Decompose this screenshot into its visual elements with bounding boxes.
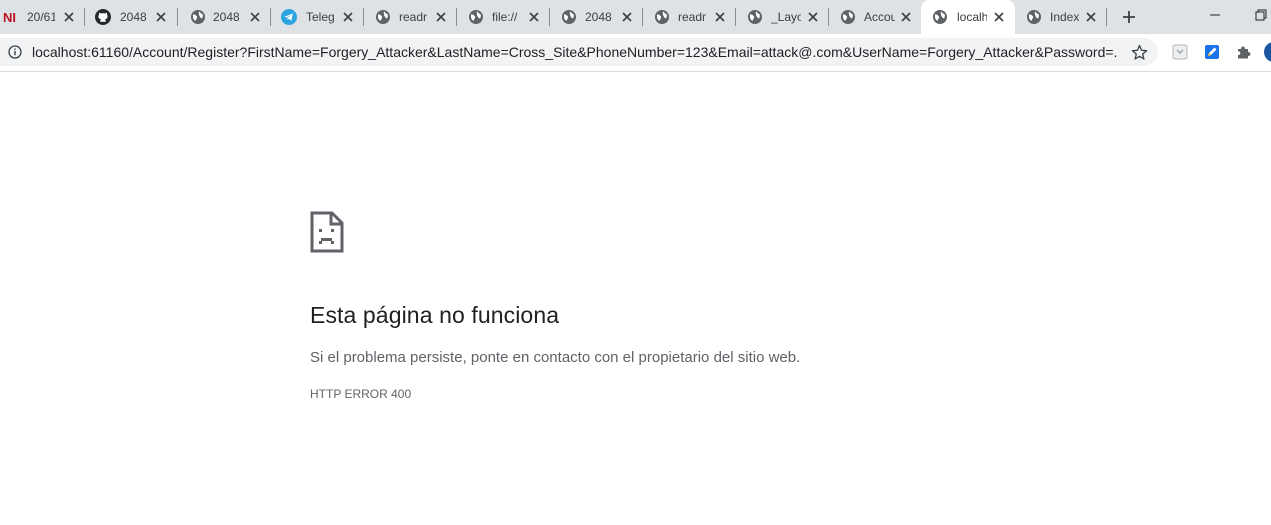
tab-10-active[interactable]: localh: [921, 0, 1015, 34]
new-tab-icon[interactable]: [1121, 9, 1137, 25]
info-icon[interactable]: [8, 45, 22, 59]
close-icon[interactable]: [528, 11, 540, 23]
tab-title: 2048: [120, 10, 147, 24]
tab-2[interactable]: 2048: [178, 0, 271, 34]
close-icon[interactable]: [621, 11, 633, 23]
close-icon[interactable]: [900, 11, 912, 23]
profile-avatar[interactable]: [1264, 42, 1271, 62]
tab-title: 2048: [585, 10, 612, 24]
globe-icon: [748, 10, 762, 24]
error-code: HTTP ERROR 400: [310, 387, 412, 401]
tab-8[interactable]: _Layo: [736, 0, 829, 34]
restore-icon[interactable]: [1254, 8, 1268, 22]
tab-title: localh: [957, 10, 987, 24]
tab-title: file://: [492, 10, 518, 24]
tab-title: 20/61: [27, 10, 55, 24]
close-icon[interactable]: [435, 11, 447, 23]
close-icon[interactable]: [63, 11, 75, 23]
close-icon[interactable]: [807, 11, 819, 23]
close-icon[interactable]: [342, 11, 354, 23]
tab-9[interactable]: Accou: [829, 0, 921, 34]
url-text[interactable]: localhost:61160/Account/Register?FirstNa…: [32, 44, 1117, 60]
tab-3[interactable]: Teleg: [271, 0, 364, 34]
tab-11[interactable]: Index: [1015, 0, 1107, 34]
bookmark-star-icon[interactable]: [1131, 44, 1148, 61]
minimize-icon[interactable]: [1208, 8, 1222, 22]
tab-6[interactable]: 2048: [550, 0, 643, 34]
globe-icon: [191, 10, 205, 24]
pocket-extension-icon[interactable]: [1172, 44, 1188, 60]
close-icon[interactable]: [155, 11, 167, 23]
tab-4[interactable]: readr: [364, 0, 457, 34]
tab-title: Teleg: [306, 10, 334, 24]
tab-5[interactable]: file://: [457, 0, 550, 34]
sad-document-icon: [310, 211, 344, 253]
close-icon[interactable]: [993, 11, 1005, 23]
extensions-puzzle-icon[interactable]: [1236, 44, 1252, 60]
globe-icon: [841, 10, 855, 24]
tab-1[interactable]: 2048: [85, 0, 178, 34]
tab-title: Accou: [864, 10, 895, 24]
close-icon[interactable]: [1085, 11, 1097, 23]
tab-7[interactable]: readr: [643, 0, 736, 34]
globe-icon: [562, 10, 576, 24]
error-message: Si el problema persiste, ponte en contac…: [310, 349, 801, 366]
tab-title: readr: [678, 10, 706, 24]
tab-title: _Layo: [771, 10, 801, 24]
globe-icon: [1027, 10, 1041, 24]
globe-icon: [933, 10, 947, 24]
globe-icon: [469, 10, 483, 24]
tab-separator: [1106, 8, 1107, 26]
close-icon[interactable]: [249, 11, 261, 23]
globe-icon: [655, 10, 669, 24]
tab-strip: NI 20/61 2048 2048 Teleg readr file:// 2…: [0, 0, 1271, 34]
globe-icon: [376, 10, 390, 24]
toolbar: localhost:61160/Account/Register?FirstNa…: [0, 34, 1271, 72]
tab-0[interactable]: NI 20/61: [0, 0, 85, 34]
close-icon[interactable]: [714, 11, 726, 23]
address-bar[interactable]: localhost:61160/Account/Register?FirstNa…: [0, 38, 1158, 66]
tab-title: 2048: [213, 10, 240, 24]
ni-logo-icon: NI: [3, 10, 16, 25]
telegram-icon: [281, 9, 297, 25]
pen-extension-icon[interactable]: [1204, 44, 1220, 60]
github-icon: [95, 9, 111, 25]
tab-title: readr: [399, 10, 427, 24]
error-title: Esta página no funciona: [310, 302, 560, 328]
tab-title: Index: [1050, 10, 1080, 24]
